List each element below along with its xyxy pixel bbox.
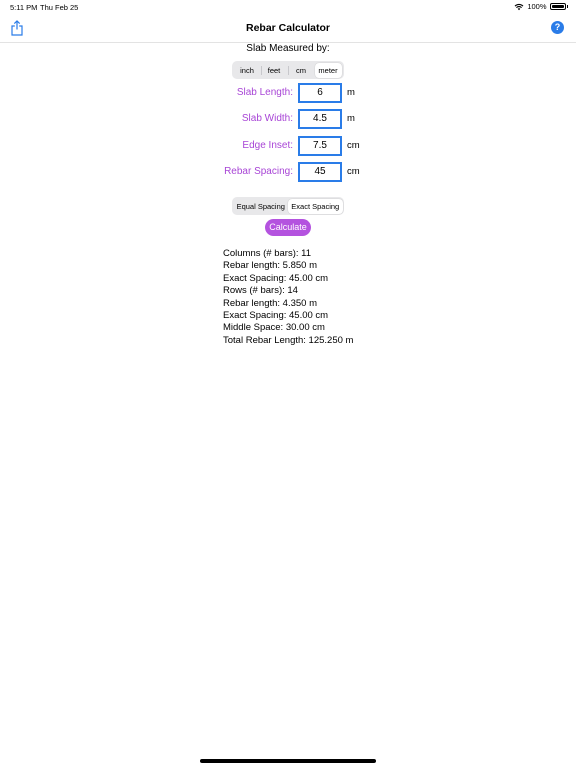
unit-option-feet[interactable]: feet: [260, 63, 288, 78]
rebar-spacing-input[interactable]: 45: [298, 162, 342, 182]
page-title: Rebar Calculator: [245, 22, 331, 34]
slab-width-row: Slab Width: 4.5 m: [0, 109, 576, 129]
unit-option-meter[interactable]: meter: [314, 62, 342, 78]
rebar-spacing-row: Rebar Spacing: 45 cm: [0, 162, 576, 182]
result-line: Rebar length: 4.350 m: [223, 297, 318, 309]
slab-length-input[interactable]: 6: [298, 83, 342, 103]
unit-option-cm[interactable]: cm: [287, 63, 315, 78]
rebar-spacing-label: Rebar Spacing:: [224, 166, 293, 177]
edge-inset-row: Edge Inset: 7.5 cm: [0, 136, 576, 156]
slab-width-label: Slab Width:: [241, 113, 293, 124]
slab-width-input[interactable]: 4.5: [298, 109, 342, 129]
help-button[interactable]: ?: [551, 21, 564, 34]
result-line: Columns (# bars): 11: [223, 248, 311, 259]
edge-inset-label: Edge Inset:: [242, 140, 293, 151]
spacing-mode-segmented-control: Equal Spacing Exact Spacing: [232, 197, 344, 215]
battery-fill: [551, 5, 564, 8]
slab-length-label: Slab Length:: [236, 87, 293, 98]
result-line: Middle Space: 30.00 cm: [223, 322, 325, 334]
navigation-bar: Rebar Calculator ?: [0, 14, 576, 43]
equal-spacing-option[interactable]: Equal Spacing: [234, 199, 289, 214]
exact-spacing-option[interactable]: Exact Spacing: [288, 198, 343, 214]
calculate-button[interactable]: Calculate: [265, 219, 311, 236]
status-date: Thu Feb 25: [40, 3, 79, 12]
edge-inset-unit: cm: [347, 140, 360, 151]
edge-inset-input[interactable]: 7.5: [298, 136, 342, 156]
result-line: Total Rebar Length: 125.250 m: [223, 334, 354, 346]
app-screen: 5:11 PM Thu Feb 25 100% Rebar Calculator…: [0, 0, 576, 768]
battery-nub: [566, 5, 568, 8]
wifi-icon: [514, 3, 524, 10]
rebar-spacing-unit: cm: [347, 166, 360, 177]
result-line: Exact Spacing: 45.00 cm: [223, 310, 329, 322]
slab-length-row: Slab Length: 6 m: [0, 83, 576, 103]
status-bar: 5:11 PM Thu Feb 25 100%: [0, 0, 576, 14]
slab-length-unit: m: [347, 87, 355, 98]
result-line: Rebar length: 5.850 m: [223, 260, 318, 272]
unit-option-inch[interactable]: inch: [234, 63, 261, 78]
units-segmented-control: inch feet cm meter: [232, 61, 344, 79]
results-list: Columns (# bars): 11 Rebar length: 5.850…: [223, 248, 353, 347]
slab-width-unit: m: [347, 113, 355, 124]
status-right: 100%: [514, 2, 568, 11]
home-indicator[interactable]: [200, 759, 376, 763]
battery-icon: [549, 3, 566, 10]
result-line: Exact Spacing: 45.00 cm: [223, 272, 329, 284]
battery-percent: 100%: [527, 2, 547, 11]
status-time: 5:11 PM: [10, 3, 38, 12]
result-line: Rows (# bars): 14: [223, 285, 298, 297]
units-label: Slab Measured by:: [246, 43, 330, 54]
